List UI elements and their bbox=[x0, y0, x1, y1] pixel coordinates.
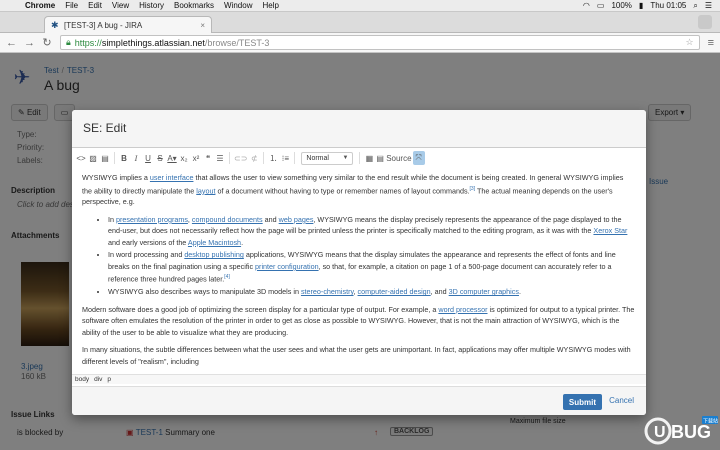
link-printer-configuration[interactable]: printer configuration bbox=[255, 262, 319, 271]
path-body[interactable]: body bbox=[75, 376, 89, 383]
battery-percent: 100% bbox=[611, 1, 632, 10]
italic-icon[interactable]: I bbox=[130, 151, 142, 165]
menu-bookmarks[interactable]: Bookmarks bbox=[169, 1, 219, 10]
tab-strip: ✱ [TEST-3] A bug - JIRA × bbox=[0, 12, 720, 33]
link-compound-documents[interactable]: compound documents bbox=[192, 215, 263, 224]
wifi-icon[interactable]: ◠ bbox=[583, 1, 590, 10]
horizontal-rule-icon[interactable]: ☰ bbox=[214, 151, 226, 165]
path-p[interactable]: p bbox=[107, 376, 111, 383]
editor-paragraph: Modern software does a good job of optim… bbox=[82, 304, 635, 337]
format-select-value: Normal bbox=[306, 154, 329, 162]
image-icon[interactable]: ▨ bbox=[87, 151, 99, 165]
bullet-list-icon[interactable]: ⁝≡ bbox=[279, 151, 291, 165]
menu-app[interactable]: Chrome bbox=[20, 1, 60, 10]
profile-icon[interactable] bbox=[698, 15, 712, 29]
underline-icon[interactable]: U bbox=[142, 151, 154, 165]
maximize-icon[interactable]: ⤧ bbox=[412, 151, 425, 165]
link-presentation-programs[interactable]: presentation programs bbox=[116, 215, 188, 224]
numbered-list-icon[interactable]: ⒈ bbox=[267, 151, 279, 165]
link-apple-macintosh[interactable]: Apple Macintosh bbox=[188, 238, 241, 247]
toolbar-separator bbox=[294, 152, 296, 164]
quote-icon[interactable]: ❝ bbox=[202, 151, 214, 165]
editor-paragraph: WYSIWYG implies a user interface that al… bbox=[82, 173, 624, 207]
source-button[interactable]: ▤ Source bbox=[375, 151, 412, 165]
strikethrough-icon[interactable]: S bbox=[154, 151, 166, 165]
editor-bullet-list: In presentation programs, compound docum… bbox=[108, 214, 635, 298]
toolbar-separator bbox=[114, 152, 115, 164]
editor-paragraph: In many situations, the subtle differenc… bbox=[82, 345, 631, 366]
link-word-processor[interactable]: word processor bbox=[438, 305, 487, 314]
source-label: Source bbox=[386, 153, 412, 163]
svg-text:BUG: BUG bbox=[671, 422, 711, 442]
subscript-icon[interactable]: x₂ bbox=[178, 151, 190, 165]
lock-icon: 🔒︎ bbox=[66, 37, 71, 47]
svg-text:下载站: 下载站 bbox=[703, 418, 718, 425]
edit-dialog: SE: Edit <> ▨ ▤ B I U S A▾ x₂ x² ❝ ☰ ⊂⊃ … bbox=[72, 110, 646, 415]
link-computer-aided-design[interactable]: computer-aided design bbox=[358, 287, 431, 296]
mac-menu-bar: Chrome File Edit View History Bookmarks … bbox=[0, 0, 720, 12]
dialog-title: SE: Edit bbox=[72, 110, 646, 148]
svg-text:U: U bbox=[654, 424, 666, 441]
reload-icon[interactable]: ↻ bbox=[42, 36, 52, 49]
clock[interactable]: Thu 01:05 bbox=[650, 1, 686, 10]
link-web-pages[interactable]: web pages bbox=[279, 215, 314, 224]
menu-help[interactable]: Help bbox=[257, 1, 283, 10]
menu-file[interactable]: File bbox=[60, 1, 83, 10]
forward-icon[interactable]: → bbox=[24, 37, 35, 49]
footnote-ref[interactable]: [4] bbox=[224, 274, 230, 280]
toolbar-separator bbox=[359, 152, 361, 164]
source-icon: ▤ bbox=[376, 153, 387, 163]
toolbar-separator bbox=[263, 152, 265, 164]
link-stereo-chemistry[interactable]: stereo-chemistry bbox=[301, 287, 354, 296]
cancel-link[interactable]: Cancel bbox=[609, 396, 634, 405]
path-div[interactable]: div bbox=[94, 376, 102, 383]
close-tab-icon[interactable]: × bbox=[200, 21, 205, 30]
link-user-interface[interactable]: user interface bbox=[150, 173, 194, 182]
table-icon[interactable]: ▦ bbox=[363, 151, 375, 165]
browser-toolbar: ← → ↻ 🔒︎ https:// simplethings.atlassian… bbox=[0, 33, 720, 53]
bold-icon[interactable]: B bbox=[118, 151, 130, 165]
url-scheme: https:// bbox=[74, 37, 102, 48]
list-item: WYSIWYG also describes ways to manipulat… bbox=[108, 286, 635, 298]
rich-text-editor[interactable]: WYSIWYG implies a user interface that al… bbox=[82, 172, 635, 372]
browser-tab[interactable]: ✱ [TEST-3] A bug - JIRA × bbox=[44, 16, 212, 33]
superscript-icon[interactable]: x² bbox=[190, 151, 202, 165]
menu-history[interactable]: History bbox=[134, 1, 169, 10]
link-3d-computer-graphics[interactable]: 3D computer graphics bbox=[449, 287, 519, 296]
url-host: simplethings.atlassian.net bbox=[101, 37, 205, 48]
back-icon[interactable]: ← bbox=[6, 37, 17, 49]
list-item: In word processing and desktop publishin… bbox=[108, 249, 635, 285]
link-desktop-publishing[interactable]: desktop publishing bbox=[184, 250, 244, 259]
chevron-down-icon: ▼ bbox=[342, 155, 349, 161]
watermark-logo: U BUG 下载站 bbox=[644, 416, 718, 445]
toolbar-separator bbox=[229, 152, 230, 164]
document-icon[interactable]: ▤ bbox=[99, 151, 111, 165]
dialog-footer: Submit Cancel bbox=[72, 386, 646, 415]
jira-favicon-icon: ✱ bbox=[51, 19, 59, 30]
format-select[interactable]: Normal ▼ bbox=[301, 151, 354, 165]
unlink-icon[interactable]: ⊄ bbox=[248, 151, 260, 165]
chrome-menu-icon[interactable]: ≡ bbox=[708, 37, 714, 49]
flag-icon[interactable]: ▭ bbox=[597, 1, 605, 10]
battery-icon[interactable]: ▮ bbox=[639, 1, 643, 10]
menu-edit[interactable]: Edit bbox=[83, 1, 107, 10]
menu-window[interactable]: Window bbox=[219, 1, 257, 10]
address-bar[interactable]: 🔒︎ https:// simplethings.atlassian.net /… bbox=[60, 35, 700, 50]
search-icon[interactable]: ⌕ bbox=[693, 1, 697, 11]
submit-button[interactable]: Submit bbox=[562, 394, 602, 410]
code-icon[interactable]: <> bbox=[75, 151, 87, 165]
link-icon[interactable]: ⊂⊃ bbox=[233, 151, 248, 165]
tab-title: [TEST-3] A bug - JIRA bbox=[64, 20, 143, 30]
list-item: In presentation programs, compound docum… bbox=[108, 214, 635, 249]
link-xerox-star[interactable]: Xerox Star bbox=[593, 226, 627, 235]
link-layout[interactable]: layout bbox=[196, 186, 215, 195]
editor-toolbar: <> ▨ ▤ B I U S A▾ x₂ x² ❝ ☰ ⊂⊃ ⊄ ⒈ ⁝≡ No… bbox=[75, 150, 643, 166]
list-icon[interactable]: ☰ bbox=[705, 1, 712, 10]
bookmark-star-icon[interactable]: ☆ bbox=[686, 37, 694, 48]
url-path: /browse/TEST-3 bbox=[204, 37, 270, 48]
element-path-bar: body div p bbox=[72, 374, 646, 384]
text-color-icon[interactable]: A▾ bbox=[166, 151, 178, 165]
menu-view[interactable]: View bbox=[107, 1, 134, 10]
